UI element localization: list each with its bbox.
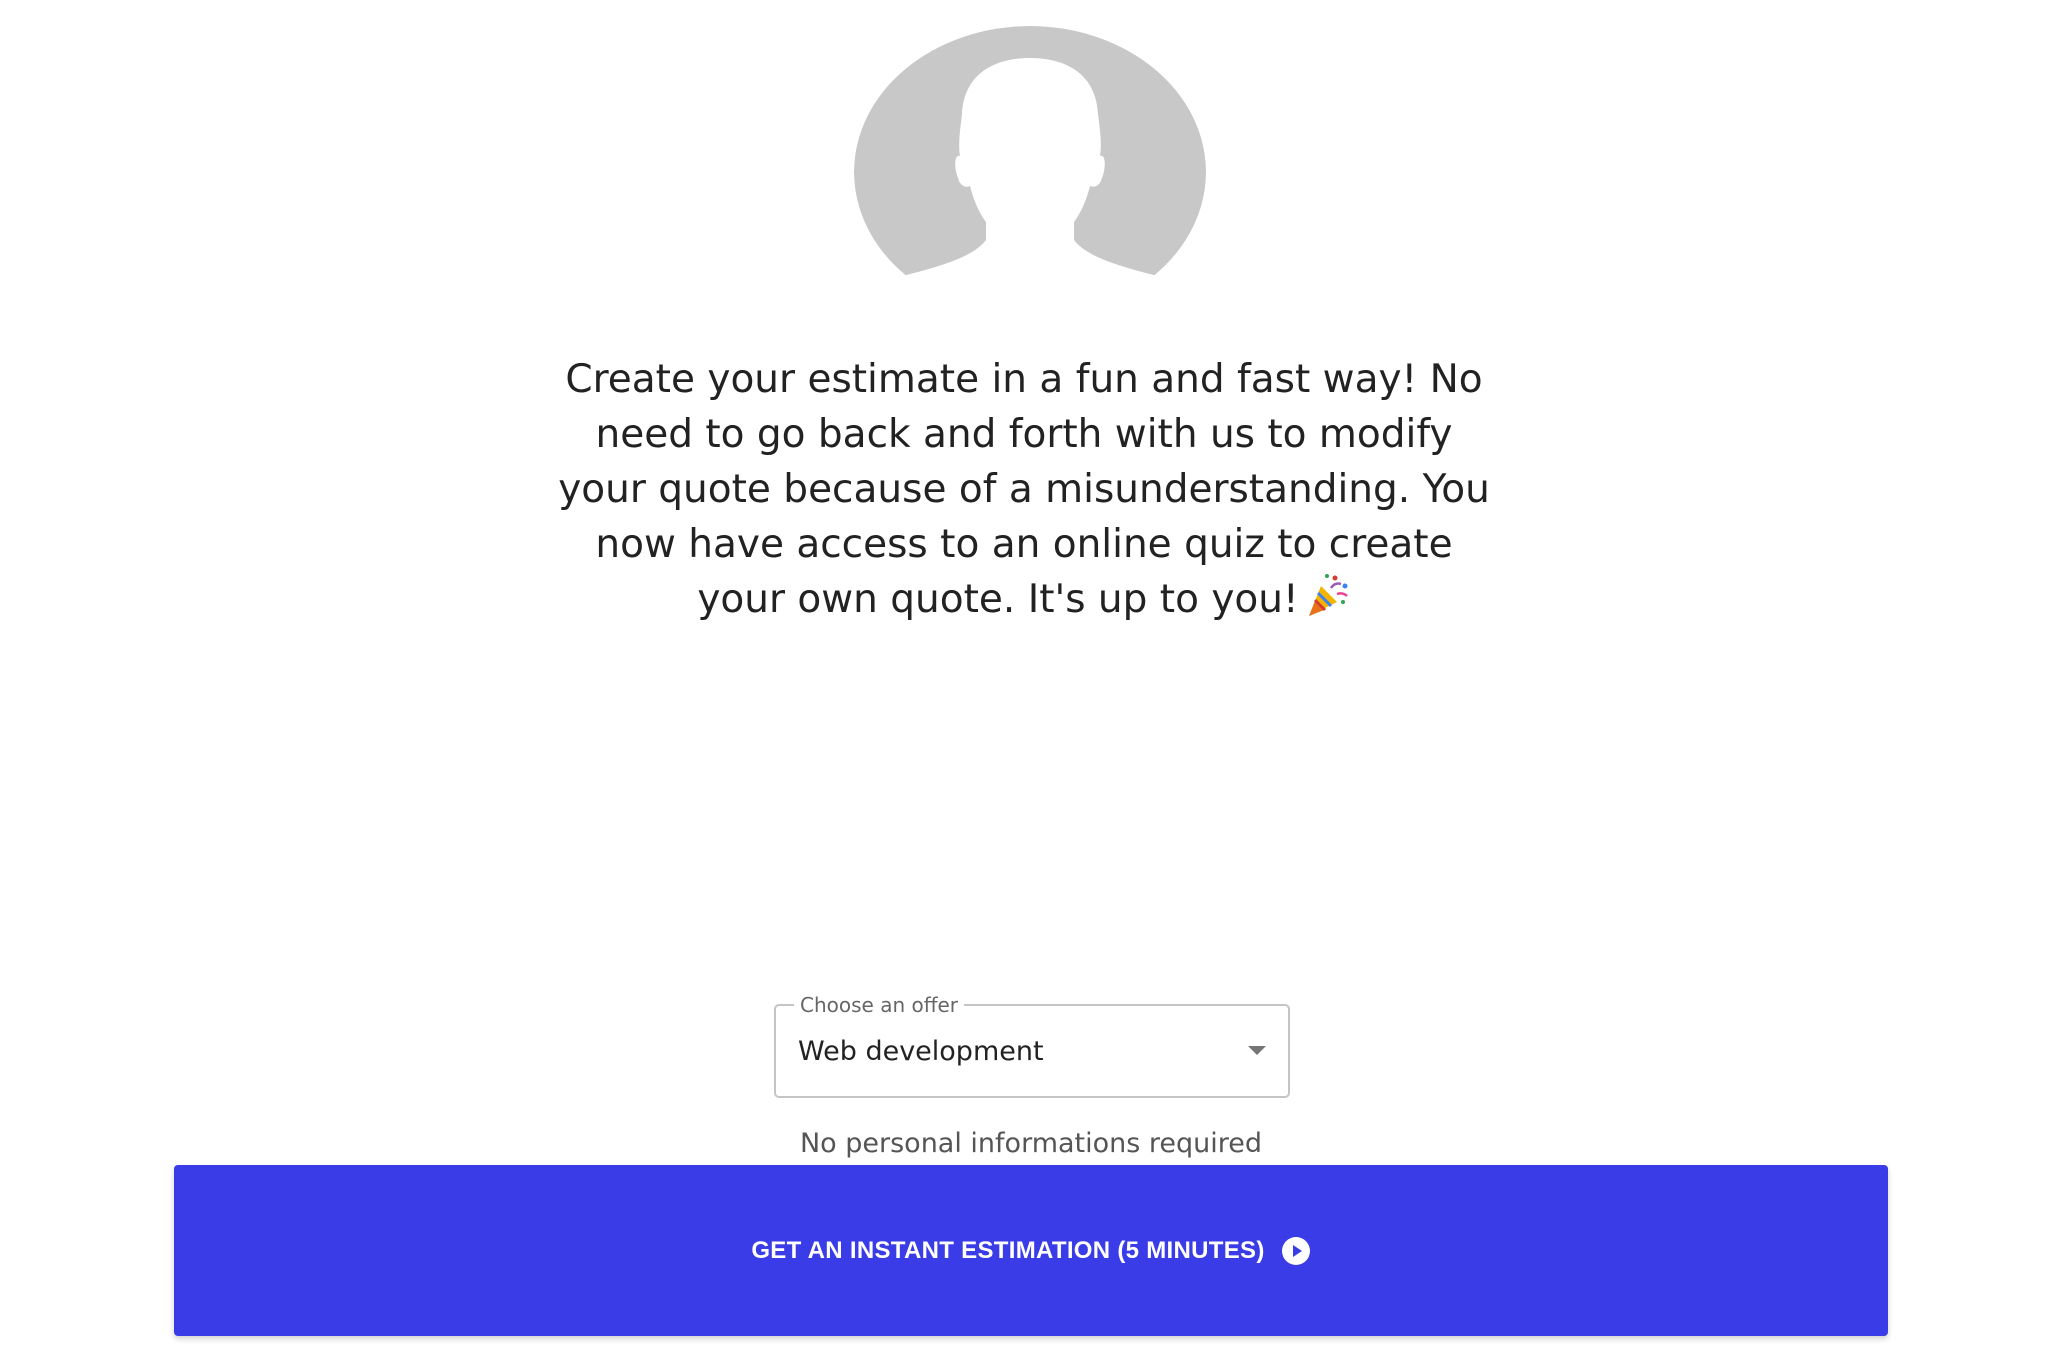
get-estimation-button[interactable]: GET AN INSTANT ESTIMATION (5 MINUTES) — [174, 1165, 1888, 1336]
get-estimation-button-label: GET AN INSTANT ESTIMATION (5 MINUTES) — [751, 1236, 1265, 1264]
party-popper-icon — [1308, 574, 1348, 616]
offer-select-value[interactable]: Web development — [798, 1034, 1044, 1070]
play-circle-icon — [1281, 1236, 1310, 1265]
offer-select[interactable]: Choose an offer Web development — [774, 992, 1290, 1098]
offer-select-label: Choose an offer — [794, 992, 965, 1018]
offer-select-box[interactable]: Choose an offer Web development — [774, 992, 1290, 1098]
avatar-placeholder-icon — [854, 26, 1206, 276]
intro-paragraph: Create your estimate in a fun and fast w… — [552, 352, 1496, 627]
chevron-down-icon[interactable] — [1248, 1046, 1266, 1055]
helper-text: No personal informations required — [799, 1128, 1263, 1159]
